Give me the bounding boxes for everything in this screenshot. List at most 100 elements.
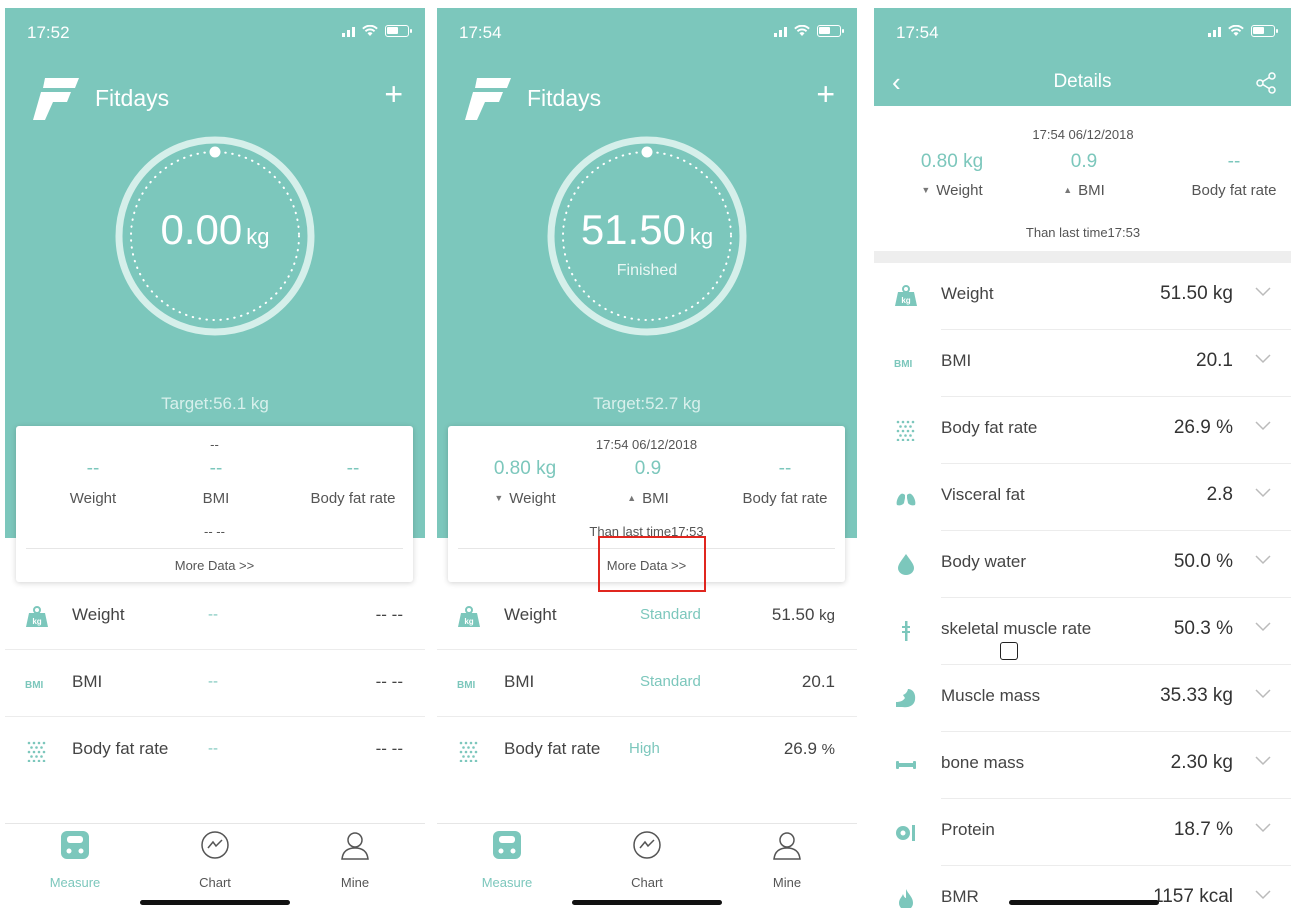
lungs-icon xyxy=(896,489,916,506)
metric-row-bmi[interactable]: BMI BMI Standard 20.1 xyxy=(437,650,857,717)
tab-label: Mine xyxy=(340,875,370,890)
metric-row-weight[interactable]: kg Weight Standard 51.50 kg xyxy=(437,583,857,650)
metric-name: Body fat rate xyxy=(504,739,601,758)
signal-icon xyxy=(774,26,787,37)
detail-row-muscle-mass[interactable]: Muscle mass 35.33 kg xyxy=(874,665,1291,732)
detail-row-visceral-fat[interactable]: Visceral fat 2.8 xyxy=(874,464,1291,531)
body-fat-icon xyxy=(896,420,915,441)
svg-text:kg: kg xyxy=(464,617,473,626)
svg-text:BMI: BMI xyxy=(457,680,476,691)
chevron-down-icon xyxy=(1255,823,1271,833)
svg-text:kg: kg xyxy=(32,617,41,626)
detail-row-protein[interactable]: Protein 18.7 % xyxy=(874,799,1291,866)
detail-row-skeletal-muscle[interactable]: skeletal muscle rate 50.3 % xyxy=(874,598,1291,665)
share-icon[interactable] xyxy=(1255,72,1277,94)
bmi-icon: BMI xyxy=(457,680,476,691)
status-bar: 17:54 xyxy=(874,8,1291,56)
app-name: Fitdays xyxy=(95,85,170,111)
bmi-icon: BMI xyxy=(894,359,913,370)
battery-icon xyxy=(817,25,844,37)
home-indicator[interactable] xyxy=(140,900,290,905)
chart-icon xyxy=(633,831,661,859)
card-label: Body fat rate xyxy=(310,490,396,507)
svg-text:BMI: BMI xyxy=(894,359,913,370)
summary-col-weight: 0.80 kg ▼ Weight xyxy=(887,151,1017,199)
tab-bar: Measure Chart Mine xyxy=(437,823,857,908)
resize-cursor-icon xyxy=(1000,642,1018,660)
up-arrow-icon: ▲ xyxy=(1063,185,1073,195)
summary-date: 17:54 06/12/2018 xyxy=(1032,127,1134,142)
card-value: -- xyxy=(209,458,223,479)
summary-label: Body fat rate xyxy=(1191,182,1277,199)
summary-col-bmi: 0.9 ▲ BMI xyxy=(1019,151,1149,199)
metric-value: -- -- xyxy=(375,672,403,691)
up-arrow-icon: ▲ xyxy=(627,493,637,503)
detail-name: Visceral fat xyxy=(941,485,1025,504)
wifi-icon xyxy=(1228,25,1244,36)
detail-value: 1157 kcal xyxy=(1153,886,1233,907)
measure-screen-finished: 17:54 Fitdays + 51.50 kg Finished Target:… xyxy=(437,8,857,908)
weight-unit: kg xyxy=(246,224,270,249)
bone-icon xyxy=(896,761,916,769)
summary-col-body-fat: -- Body fat rate xyxy=(1169,151,1291,199)
card-value: 0.9 xyxy=(634,458,662,479)
card-col-weight: -- Weight xyxy=(28,458,158,507)
tab-label: Measure xyxy=(49,875,101,890)
metric-row-body-fat[interactable]: Body fat rate High 26.9 % xyxy=(437,717,857,784)
bmi-icon: BMI xyxy=(25,680,44,691)
person-icon xyxy=(341,832,369,860)
metric-name: Weight xyxy=(72,605,125,624)
metric-name: BMI xyxy=(504,672,535,691)
more-data-link[interactable]: More Data >> xyxy=(16,558,413,573)
wifi-icon xyxy=(794,25,810,36)
tab-label: Measure xyxy=(481,875,533,890)
signal-icon xyxy=(1208,26,1221,37)
kg-weight-icon: kg xyxy=(26,606,48,627)
summary-label: BMI xyxy=(1078,182,1105,199)
metric-value: -- -- xyxy=(375,605,403,624)
metric-name: Body fat rate xyxy=(72,739,169,758)
detail-row-body-water[interactable]: Body water 50.0 % xyxy=(874,531,1291,598)
status-bar: 17:54 xyxy=(437,8,857,56)
detail-name: bone mass xyxy=(941,753,1025,772)
detail-row-body-fat[interactable]: Body fat rate 26.9 % xyxy=(874,397,1291,464)
chevron-down-icon xyxy=(1255,354,1271,364)
detail-row-bmi[interactable]: BMI BMI 20.1 xyxy=(874,330,1291,397)
chevron-down-icon xyxy=(1255,555,1271,565)
add-button[interactable]: + xyxy=(816,78,835,110)
weight-unit: kg xyxy=(689,224,714,249)
down-arrow-icon: ▼ xyxy=(494,493,504,503)
detail-value: 18.7 % xyxy=(1173,819,1233,840)
card-col-weight: 0.80 kg ▼ Weight xyxy=(460,458,590,507)
card-label: BMI xyxy=(642,490,669,507)
detail-value: 50.0 % xyxy=(1173,551,1233,572)
person-icon xyxy=(773,832,801,860)
card-date: -- xyxy=(210,437,219,452)
summary-value: 0.9 xyxy=(1070,151,1098,172)
details-header: 17:54 ‹ Details xyxy=(874,8,1291,106)
card-label: BMI xyxy=(202,490,230,507)
metric-row-body-fat[interactable]: Body fat rate -- -- -- xyxy=(5,717,425,784)
detail-name: BMI xyxy=(941,351,972,370)
metric-status: Standard xyxy=(640,673,701,690)
measure-status: Finished xyxy=(616,262,678,279)
kg-weight-icon: kg xyxy=(895,285,917,306)
fitdays-logo-icon xyxy=(465,78,511,120)
chart-icon xyxy=(201,831,229,859)
tab-label: Chart xyxy=(631,875,663,890)
metric-status: -- xyxy=(208,606,218,623)
detail-row-bone-mass[interactable]: bone mass 2.30 kg xyxy=(874,732,1291,799)
add-button[interactable]: + xyxy=(384,78,403,110)
divider xyxy=(26,548,403,549)
status-time: 17:54 xyxy=(459,23,502,42)
home-indicator[interactable] xyxy=(572,900,722,905)
home-indicator[interactable] xyxy=(1009,900,1159,905)
metric-row-weight[interactable]: kg Weight -- -- -- xyxy=(5,583,425,650)
chevron-down-icon xyxy=(1255,756,1271,766)
detail-value: 2.8 xyxy=(1206,484,1233,505)
detail-row-weight[interactable]: kg Weight 51.50 kg xyxy=(874,263,1291,330)
body-fat-icon xyxy=(459,741,478,762)
detail-value: 20.1 xyxy=(1196,350,1233,371)
metric-row-bmi[interactable]: BMI BMI -- -- -- xyxy=(5,650,425,717)
card-value: 0.80 kg xyxy=(493,458,557,479)
